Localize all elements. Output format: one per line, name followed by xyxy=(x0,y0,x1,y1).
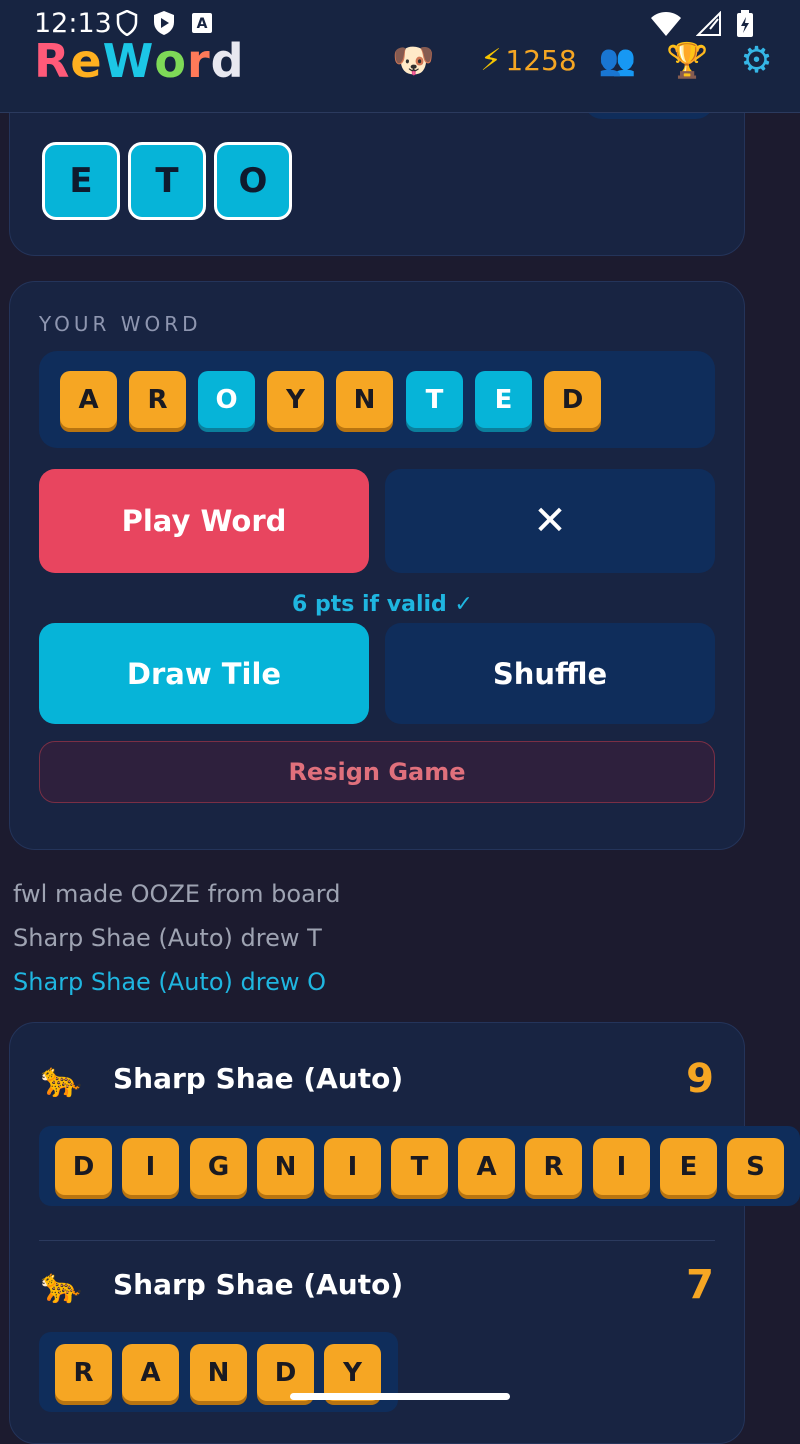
player-avatar-icon: 🐆 xyxy=(40,1060,83,1100)
played-word: D I G N I T A R I E S xyxy=(39,1126,800,1206)
log-entry: Sharp Shae (Auto) drew T xyxy=(13,924,322,952)
wifi-icon xyxy=(651,12,681,36)
word-tile[interactable]: O xyxy=(198,371,255,428)
play-word-button[interactable]: Play Word xyxy=(39,469,369,573)
played-tile: N xyxy=(190,1344,247,1401)
log-entry: fwl made OOZE from board xyxy=(13,880,341,908)
played-tile: A xyxy=(122,1344,179,1401)
player-avatar-icon: 🐆 xyxy=(40,1266,83,1306)
played-tile: A xyxy=(458,1138,515,1195)
play-score: 7 xyxy=(686,1262,714,1308)
points-hint: 6 pts if valid ✓ xyxy=(292,592,473,617)
energy-value: 1258 xyxy=(505,44,577,77)
battery-icon xyxy=(737,10,753,37)
played-tile: S xyxy=(727,1138,784,1195)
svg-text:A: A xyxy=(197,16,208,32)
played-tile: T xyxy=(391,1138,448,1195)
word-tile[interactable]: N xyxy=(336,371,393,428)
header-actions: 🐶 ⚡ 1258 👥 🏆 ⚙ xyxy=(392,40,773,81)
player-name: Sharp Shae (Auto) xyxy=(113,1062,404,1095)
played-tile: R xyxy=(525,1138,582,1195)
word-tile[interactable]: R xyxy=(129,371,186,428)
play-divider xyxy=(39,1240,715,1241)
played-tile: D xyxy=(55,1138,112,1195)
close-icon: ✕ xyxy=(533,498,567,544)
logo-letter: o xyxy=(154,34,187,88)
play-score: 9 xyxy=(686,1056,714,1102)
log-entry-latest: Sharp Shae (Auto) drew O xyxy=(13,968,326,996)
played-tile: I xyxy=(593,1138,650,1195)
app-header: 12:13 A ReWord 🐶 ⚡ 1258 👥 🏆 ⚙ xyxy=(0,0,800,113)
signal-icon xyxy=(696,11,721,36)
friends-icon[interactable]: 👥 xyxy=(599,43,636,78)
word-tile[interactable]: A xyxy=(60,371,117,428)
board-tile[interactable]: T xyxy=(128,142,206,220)
clear-word-button[interactable]: ✕ xyxy=(385,469,715,573)
played-tile: I xyxy=(324,1138,381,1195)
your-word-label: YOUR WORD xyxy=(39,312,202,336)
played-tile: E xyxy=(660,1138,717,1195)
energy-counter[interactable]: ⚡ 1258 xyxy=(480,43,576,78)
profile-avatar-icon[interactable]: 🐶 xyxy=(392,41,434,81)
trophy-icon[interactable]: 🏆 xyxy=(666,41,708,81)
player-name: Sharp Shae (Auto) xyxy=(113,1268,404,1301)
word-tile[interactable]: Y xyxy=(267,371,324,428)
played-word: R A N D Y xyxy=(39,1332,398,1412)
keyboard-a-icon: A xyxy=(192,13,212,33)
app-logo: ReWord xyxy=(34,34,245,88)
home-indicator[interactable] xyxy=(290,1393,510,1400)
board-tile[interactable]: O xyxy=(214,142,292,220)
resign-game-button[interactable]: Resign Game xyxy=(39,741,715,803)
word-tray[interactable]: A R O Y N T E D xyxy=(39,351,715,448)
logo-letter: r xyxy=(186,34,211,88)
play-protect-icon xyxy=(154,11,174,35)
board-tile[interactable]: E xyxy=(42,142,120,220)
shield-icon xyxy=(116,10,138,36)
played-tile: G xyxy=(190,1138,247,1195)
shuffle-button[interactable]: Shuffle xyxy=(385,623,715,724)
gear-icon[interactable]: ⚙ xyxy=(740,40,772,81)
logo-letter: e xyxy=(70,34,103,88)
logo-letter: W xyxy=(102,34,155,88)
word-tile[interactable]: D xyxy=(544,371,601,428)
played-tile: N xyxy=(257,1138,314,1195)
status-icons-right xyxy=(650,10,754,38)
draw-tile-button[interactable]: Draw Tile xyxy=(39,623,369,724)
logo-letter: R xyxy=(34,34,71,88)
played-tile: R xyxy=(55,1344,112,1401)
word-tile[interactable]: E xyxy=(475,371,532,428)
played-tile: I xyxy=(122,1138,179,1195)
bolt-icon: ⚡ xyxy=(480,43,502,78)
word-tile[interactable]: T xyxy=(406,371,463,428)
status-icons-left: A xyxy=(116,10,214,36)
logo-letter: d xyxy=(210,34,245,88)
